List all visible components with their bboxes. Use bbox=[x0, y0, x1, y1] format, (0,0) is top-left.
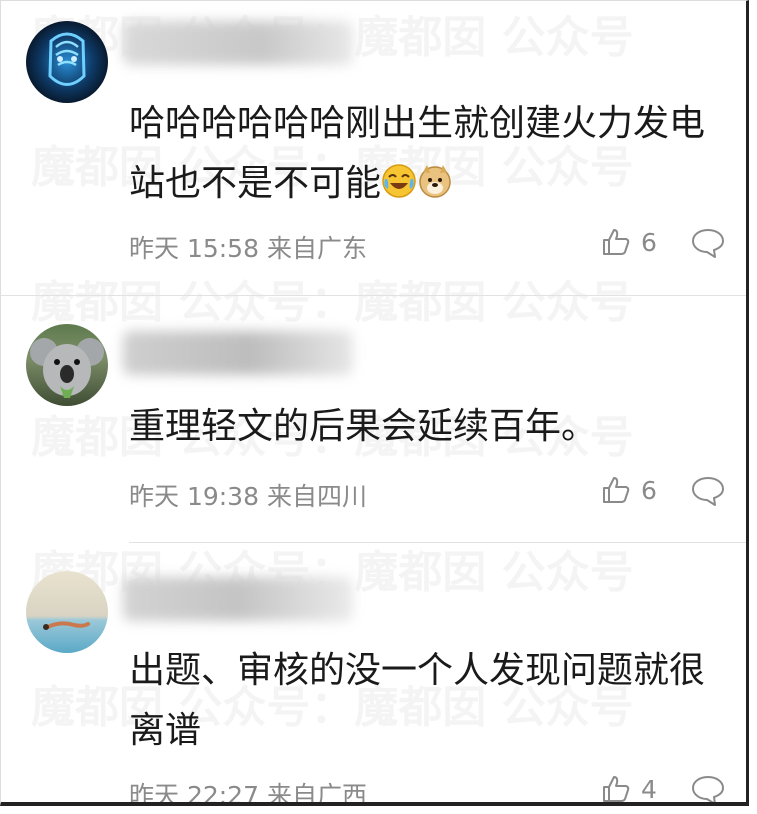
location: 来自四川 bbox=[266, 482, 367, 511]
comment-meta: 昨天 15:58 来自广东 bbox=[129, 229, 367, 265]
like-button[interactable]: 6 bbox=[601, 475, 657, 505]
thumbs-up-icon bbox=[603, 477, 630, 503]
timestamp: 昨天 19:38 bbox=[129, 482, 259, 511]
comment-meta: 昨天 22:27 来自广西 bbox=[129, 776, 367, 806]
divider bbox=[129, 542, 746, 543]
like-count: 4 bbox=[641, 774, 657, 804]
comment-list: 魔都囡 公众号：魔都囡 公众号 魔都囡 公众号：魔都囡 公众号 魔都囡 公众号：… bbox=[0, 0, 749, 806]
reply-icon[interactable] bbox=[691, 774, 725, 802]
username-blurred[interactable] bbox=[123, 331, 353, 375]
timestamp: 昨天 15:58 bbox=[129, 234, 259, 263]
location: 来自广东 bbox=[266, 234, 367, 263]
avatar[interactable] bbox=[26, 21, 108, 103]
comment-meta: 昨天 19:38 来自四川 bbox=[129, 477, 367, 513]
username-blurred[interactable] bbox=[123, 21, 353, 65]
like-button[interactable]: 6 bbox=[601, 227, 657, 257]
avatar[interactable] bbox=[26, 324, 108, 406]
doge-icon bbox=[417, 158, 453, 218]
location: 来自广西 bbox=[266, 781, 367, 806]
avatar[interactable] bbox=[26, 571, 108, 653]
thumbs-up-icon bbox=[603, 776, 630, 802]
laughing-tears-icon bbox=[381, 158, 417, 218]
comment-text: 出题、审核的没一个人发现问题就很离谱 bbox=[129, 650, 706, 751]
timestamp: 昨天 22:27 bbox=[129, 781, 259, 806]
thumbs-up-icon bbox=[603, 229, 630, 255]
username-blurred[interactable] bbox=[123, 577, 353, 621]
like-count: 6 bbox=[641, 227, 657, 257]
divider bbox=[1, 295, 746, 296]
comment-text: 重理轻文的后果会延续百年。 bbox=[129, 406, 598, 447]
comment-text: 哈哈哈哈哈哈刚出生就创建火力发电站也不是不可能 bbox=[129, 94, 739, 218]
like-count: 6 bbox=[641, 475, 657, 505]
like-button[interactable]: 4 bbox=[601, 774, 657, 804]
reply-icon[interactable] bbox=[691, 227, 725, 263]
reply-icon[interactable] bbox=[691, 475, 725, 511]
